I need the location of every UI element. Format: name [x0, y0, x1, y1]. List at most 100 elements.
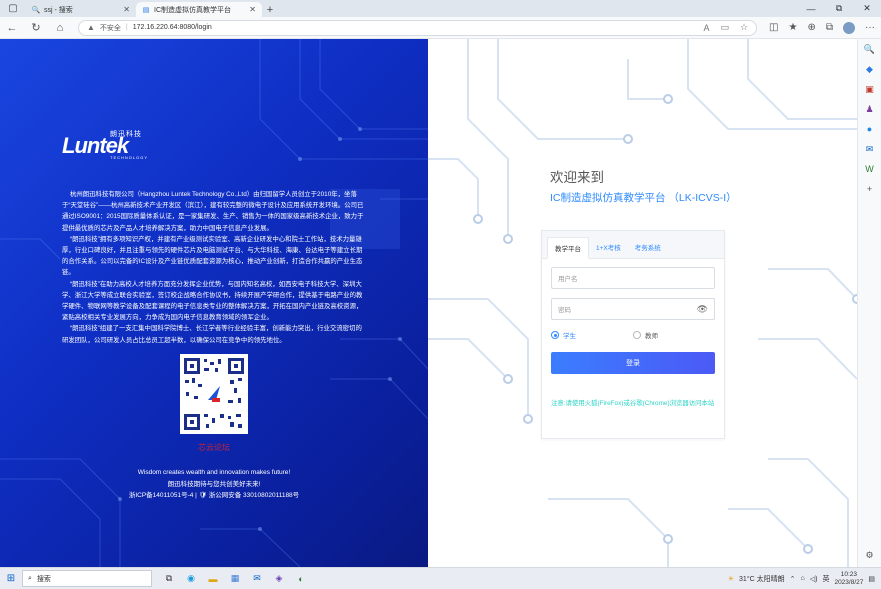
- login-area: 欢迎来到 IC制造虚拟仿真教学平台 （LK-ICVS-I） 教学平台 1+X考核…: [428, 39, 857, 567]
- tab-1x-assessment[interactable]: 1+X考核: [589, 236, 628, 258]
- search-icon: ⌕: [28, 574, 32, 582]
- tab-platform[interactable]: ▤ IC制造虚拟仿真教学平台 ✕: [136, 2, 262, 17]
- file-explorer-icon[interactable]: ▬: [206, 572, 220, 586]
- company-intro: 杭州朗迅科技有限公司（Hangzhou Luntek Technology Co…: [62, 189, 364, 346]
- taskbar-search[interactable]: ⌕ 搜索: [22, 570, 152, 587]
- app-icon[interactable]: W: [864, 163, 876, 175]
- circle-app-icon[interactable]: ●: [864, 123, 876, 135]
- username-field[interactable]: 用户名: [551, 267, 715, 289]
- refresh-icon[interactable]: ↻: [30, 21, 42, 34]
- welcome-heading: 欢迎来到: [550, 170, 604, 185]
- search-icon: 🔍: [31, 6, 41, 14]
- brand-panel: 朗迅科技 Luntek TECHNOLOGY 杭州朗迅科技有限公司（Hangzh…: [0, 39, 428, 567]
- chevron-up-icon[interactable]: ⌃: [790, 575, 796, 583]
- intro-paragraph: 杭州朗迅科技有限公司（Hangzhou Luntek Technology Co…: [62, 191, 364, 232]
- footer-slogan: Wisdom creates wealth and innovation mak…: [0, 467, 428, 502]
- tag-icon[interactable]: ◆: [864, 63, 876, 75]
- tab-search[interactable]: 🔍 ssj - 搜索 ✕: [26, 2, 136, 17]
- store-icon[interactable]: ▦: [228, 572, 242, 586]
- reader-icon[interactable]: ▭: [720, 22, 729, 33]
- app-icon[interactable]: ◈: [272, 572, 286, 586]
- mail-icon[interactable]: ✉: [250, 572, 264, 586]
- company-logo: 朗迅科技 Luntek TECHNOLOGY: [62, 129, 152, 160]
- back-icon[interactable]: ←: [6, 22, 18, 34]
- favorite-icon[interactable]: ☆: [740, 22, 748, 33]
- ime-indicator[interactable]: 英: [822, 574, 829, 584]
- outlook-icon[interactable]: ✉: [864, 143, 876, 155]
- browser-tip: 注意:请使用火狐(FireFox)或谷歌(Chrome)浏览器访问本站: [551, 400, 715, 407]
- login-tabs: 教学平台 1+X考核 考务系统: [542, 231, 724, 259]
- show-password-icon[interactable]: 👁: [697, 304, 708, 315]
- tab-title: IC制造虚拟仿真教学平台: [154, 6, 231, 14]
- split-screen-icon[interactable]: ◫: [769, 22, 778, 33]
- system-tray: ☀ 31°C 太阳晴朗 ⌃ ⌂ ◁) 英 10:23 2023/8/27 ▤: [728, 571, 881, 587]
- briefcase-icon[interactable]: ▣: [864, 83, 876, 95]
- role-label: 教师: [645, 333, 658, 340]
- role-teacher[interactable]: 教师: [633, 330, 715, 340]
- username-placeholder: 用户名: [558, 276, 578, 283]
- browser-tab-strip: ▢ 🔍 ssj - 搜索 ✕ ▤ IC制造虚拟仿真教学平台 ✕ + — ⧉ ✕: [0, 0, 881, 17]
- login-panel: 教学平台 1+X考核 考务系统 用户名 密码 👁 学生 教师 登录 注意:请使用…: [541, 230, 725, 439]
- role-selector: 学生 教师: [551, 330, 715, 340]
- qr-pattern: [182, 356, 246, 432]
- login-button[interactable]: 登录: [551, 352, 715, 374]
- slogan-cn: 朗迅科技期待与您共创美好未来!: [167, 480, 261, 488]
- search-icon[interactable]: 🔍: [864, 43, 876, 55]
- app-icon[interactable]: ◐: [294, 572, 308, 586]
- extensions-icon[interactable]: ⧉: [826, 22, 833, 33]
- radio-student[interactable]: [551, 331, 559, 339]
- password-field[interactable]: 密码 👁: [551, 298, 715, 320]
- favorites-icon[interactable]: ★: [789, 22, 798, 33]
- collections-icon[interactable]: ⊕: [807, 22, 815, 33]
- notification-icon[interactable]: ▤: [868, 575, 875, 583]
- minimize-button[interactable]: —: [797, 0, 825, 17]
- security-label: 不安全: [99, 24, 121, 32]
- tab-teaching-platform[interactable]: 教学平台: [547, 237, 589, 259]
- intro-paragraph: “朗迅科技”在助力高校人才培养方面充分发挥企业优势，与国内知名高校，如西安电子科…: [62, 280, 363, 322]
- tab-title: ssj - 搜索: [44, 6, 73, 14]
- search-placeholder: 搜索: [36, 575, 51, 583]
- page-icon: ▤: [142, 6, 150, 14]
- intro-paragraph: “朗迅科技”组建了一支汇集中国科学院博士、长江学者等行业经验丰富，创新能力突出，…: [62, 325, 362, 344]
- close-tab-icon[interactable]: ✕: [249, 5, 256, 14]
- logo-subtitle: TECHNOLOGY: [110, 155, 149, 160]
- edge-icon[interactable]: ◉: [184, 572, 198, 586]
- qr-code: [180, 354, 248, 434]
- icp-record-link[interactable]: 浙ICP备14011051号-4 | 🛡 浙公网安备 3301080201118…: [0, 490, 428, 502]
- tab-actions-icon[interactable]: ▢: [0, 0, 26, 17]
- intro-paragraph: “朗迅科技”拥有多项知识产权，并建有产业级测试实验室、高新企业研发中心和院士工作…: [62, 235, 363, 277]
- avatar[interactable]: [843, 21, 855, 34]
- address-bar[interactable]: ▲ 不安全 | 172.16.220.64:8080/login A ▭ ☆: [78, 19, 758, 36]
- role-student[interactable]: 学生: [551, 330, 633, 340]
- home-icon[interactable]: ⌂: [54, 22, 66, 34]
- restore-button[interactable]: ⧉: [825, 0, 853, 17]
- url-text[interactable]: 172.16.220.64:8080/login: [133, 24, 693, 31]
- weather-icon: ☀: [727, 575, 735, 583]
- games-icon[interactable]: ♟: [864, 103, 876, 115]
- task-view-icon[interactable]: ⧉: [162, 572, 176, 586]
- weather-text[interactable]: 31°C 太阳晴朗: [739, 574, 785, 584]
- settings-gear-icon[interactable]: ⚙: [864, 549, 876, 561]
- more-icon[interactable]: ···: [865, 22, 875, 33]
- new-tab-button[interactable]: +: [262, 4, 278, 16]
- volume-icon[interactable]: ◁): [810, 575, 818, 583]
- add-icon[interactable]: +: [864, 183, 876, 195]
- radio-teacher[interactable]: [633, 331, 641, 339]
- slogan-en: Wisdom creates wealth and innovation mak…: [137, 469, 291, 476]
- tab-exam-system[interactable]: 考务系统: [628, 236, 668, 258]
- clock-date: 2023/8/27: [834, 578, 864, 586]
- read-aloud-icon[interactable]: A: [703, 23, 709, 33]
- qr-caption: 芯云论坛: [198, 443, 230, 452]
- browser-sidebar: 🔍 ◆ ▣ ♟ ● ✉ W + ⚙: [857, 39, 881, 567]
- close-window-button[interactable]: ✕: [853, 0, 881, 17]
- close-tab-icon[interactable]: ✕: [123, 5, 130, 14]
- password-placeholder: 密码: [558, 307, 571, 314]
- browser-toolbar: ← ↻ ⌂ ▲ 不安全 | 172.16.220.64:8080/login A…: [0, 17, 881, 39]
- network-icon[interactable]: ⌂: [801, 575, 805, 582]
- window-controls: — ⧉ ✕: [797, 0, 881, 17]
- role-label: 学生: [563, 333, 576, 340]
- clock-time: 10:23: [840, 570, 858, 578]
- clock[interactable]: 10:23 2023/8/27: [834, 571, 863, 587]
- taskbar-apps: ⧉ ◉ ▬ ▦ ✉ ◈ ◐: [162, 572, 308, 586]
- start-icon[interactable]: ⊞: [0, 573, 22, 584]
